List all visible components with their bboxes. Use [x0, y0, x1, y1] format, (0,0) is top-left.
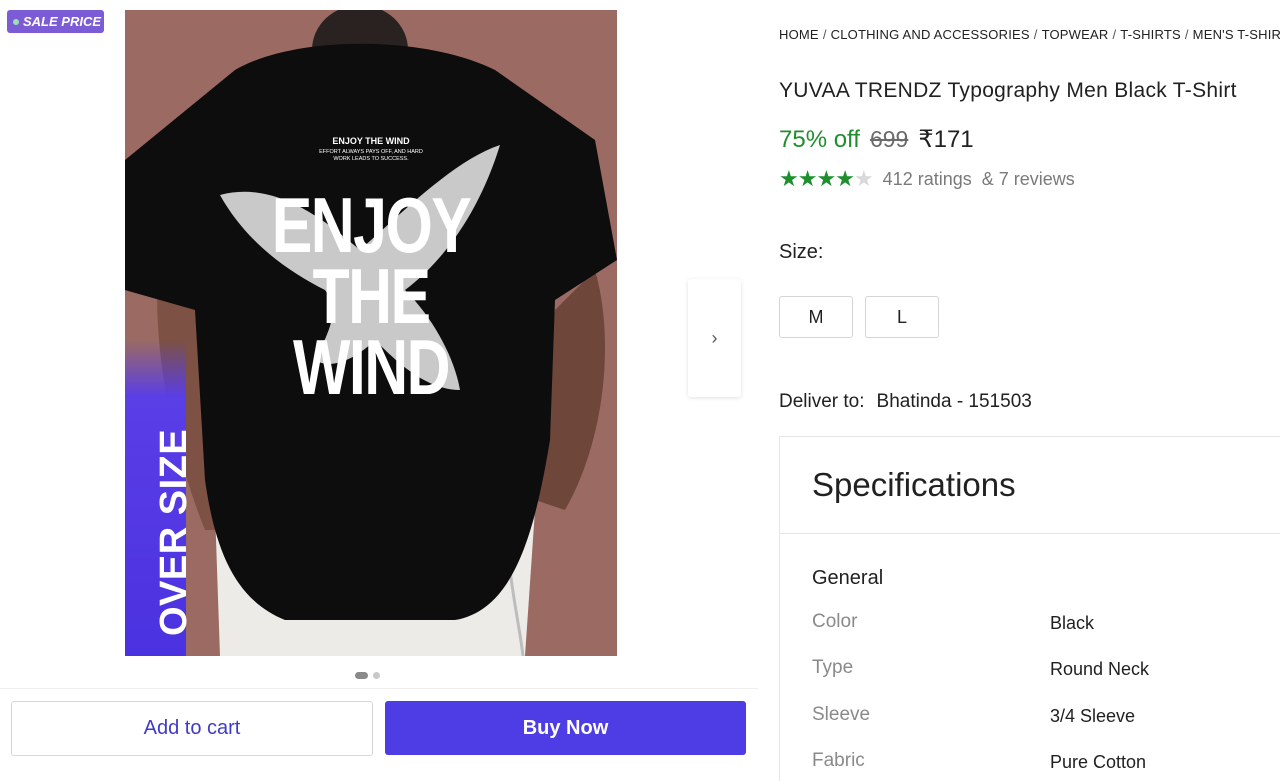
- product-title: YUVAA TRENDZ Typography Men Black T-Shir…: [779, 79, 1237, 102]
- rating-row: ★★★★★ 412 ratings & 7 reviews: [779, 168, 1075, 190]
- sale-price-label: SALE PRICE: [23, 14, 102, 29]
- spec-row-type: Type Round Neck: [812, 655, 1272, 680]
- spec-key: Type: [812, 656, 854, 678]
- star-icon: ★: [816, 166, 836, 191]
- add-to-cart-button[interactable]: Add to cart: [11, 701, 373, 756]
- carousel-dot[interactable]: [373, 672, 380, 679]
- delivery-info[interactable]: Deliver to: Bhatinda - 151503: [779, 391, 1032, 413]
- delivery-location[interactable]: Bhatinda - 151503: [877, 391, 1032, 413]
- specifications-title: Specifications: [780, 437, 1280, 534]
- print-big-line-3: WIND: [293, 323, 451, 411]
- breadcrumb-separator: /: [1033, 27, 1038, 42]
- size-options: M L: [779, 296, 939, 338]
- breadcrumb-item[interactable]: MEN'S T-SHIRTS: [1193, 27, 1280, 42]
- spec-value: Black: [1050, 613, 1095, 633]
- spec-key: Sleeve: [812, 703, 871, 725]
- spec-value: 3/4 Sleeve: [1050, 706, 1136, 726]
- price-row: 75% off 699 ₹171: [779, 125, 974, 154]
- size-label: Size:: [779, 241, 824, 263]
- size-option-l[interactable]: L: [865, 296, 939, 338]
- carousel-dot[interactable]: [355, 672, 368, 679]
- oversize-label: OVER SIZE: [153, 428, 195, 636]
- buy-now-button[interactable]: Buy Now: [385, 701, 746, 755]
- spec-row-color: Color Black: [812, 609, 1272, 634]
- breadcrumb: HOME / CLOTHING AND ACCESSORIES / TOPWEAR / T-…: [779, 27, 1280, 42]
- rating-stars: ★★★★★: [779, 166, 874, 191]
- star-icon: ★: [853, 166, 874, 191]
- sale-price-badge: SALE PRICE: [7, 10, 104, 33]
- action-bar: Add to cart Buy Now: [0, 688, 758, 768]
- selling-price: ₹171: [918, 126, 974, 153]
- spec-row-fabric: Fabric Pure Cotton: [812, 748, 1272, 773]
- spec-key: Color: [812, 610, 858, 632]
- print-subtitle: EFFORT ALWAYS PAYS OFF, AND HARD WORK LE…: [319, 149, 423, 162]
- breadcrumb-separator: /: [1184, 27, 1189, 42]
- spec-group-general: General: [812, 567, 884, 589]
- carousel-dots: [355, 672, 380, 679]
- spec-value: Round Neck: [1050, 659, 1150, 679]
- next-image-button[interactable]: ›: [688, 279, 741, 397]
- print-title: ENJOY THE WIND: [332, 136, 410, 146]
- spec-key: Fabric: [812, 749, 865, 771]
- star-icon: ★: [797, 166, 818, 191]
- breadcrumb-item[interactable]: HOME: [779, 27, 819, 42]
- specifications-panel: Specifications General Color Black Type …: [779, 436, 1280, 781]
- chevron-right-icon: ›: [711, 327, 718, 348]
- ratings-count: 412 ratings: [882, 168, 972, 189]
- reviews-count: & 7 reviews: [981, 168, 1075, 189]
- discount-label: 75% off: [779, 126, 860, 153]
- deliver-to-label: Deliver to:: [779, 391, 865, 412]
- spec-value: Pure Cotton: [1050, 752, 1147, 772]
- breadcrumb-item[interactable]: T-SHIRTS: [1120, 27, 1181, 42]
- star-icon: ★: [835, 166, 855, 191]
- badge-dot-icon: [13, 18, 19, 25]
- size-option-m[interactable]: M: [779, 296, 853, 338]
- breadcrumb-item[interactable]: CLOTHING AND ACCESSORIES: [831, 27, 1030, 42]
- product-image[interactable]: ENJOY THE WIND EFFORT ALWAYS PAYS OFF, A…: [125, 10, 617, 656]
- breadcrumb-item[interactable]: TOPWEAR: [1042, 27, 1109, 42]
- star-icon: ★: [779, 166, 799, 191]
- mrp-price: 699: [869, 126, 909, 152]
- spec-row-sleeve: Sleeve 3/4 Sleeve: [812, 702, 1272, 727]
- breadcrumb-separator: /: [1112, 27, 1117, 42]
- breadcrumb-separator: /: [822, 27, 827, 42]
